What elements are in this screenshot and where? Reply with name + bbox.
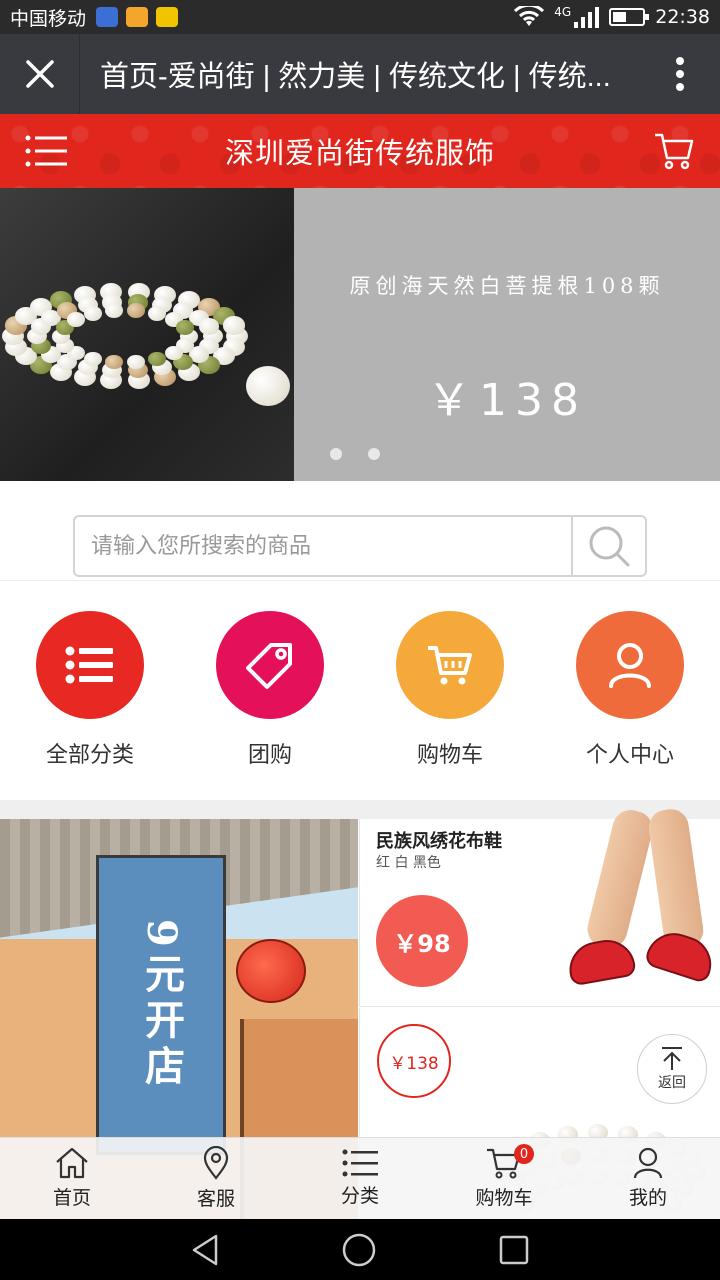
carousel-dot[interactable] — [330, 448, 342, 460]
quick-nav: 全部分类 团购 购物车 个人中心 — [0, 582, 720, 800]
nav-label: 个人中心 — [585, 743, 674, 768]
arrow-up-icon — [662, 1047, 682, 1070]
list-icon — [65, 646, 113, 684]
cart-icon — [428, 646, 472, 685]
weibo-notification-icon — [156, 7, 179, 27]
bead — [176, 320, 195, 335]
bead — [127, 303, 146, 319]
banner-caption: 原创海天然白菩提根108颗 — [349, 274, 665, 298]
search-area — [0, 481, 720, 581]
lantern-illustration — [236, 939, 306, 1003]
user-icon — [609, 643, 651, 688]
product-card-shoes[interactable]: 民族风绣花布鞋 红 白 黑色 ￥98 — [359, 806, 720, 1007]
bead — [222, 316, 245, 335]
menu-list-icon — [25, 135, 67, 167]
nav-group-buy[interactable]: 团购 — [180, 582, 360, 800]
system-navigation-bar — [0, 1219, 720, 1280]
bottom-tab-bar: 首页 客服 分类 0 购物车 我的 — [0, 1137, 720, 1219]
tab-cart[interactable]: 0 购物车 — [432, 1138, 576, 1219]
nav-circle — [216, 611, 324, 719]
carousel-dot[interactable] — [368, 448, 380, 460]
nav-label: 团购 — [247, 743, 292, 768]
nav-circle — [36, 611, 144, 719]
tab-label: 分类 — [340, 1185, 379, 1207]
search-input[interactable] — [75, 517, 571, 575]
tab-home[interactable]: 首页 — [0, 1138, 144, 1219]
page-title: 首页-爱尚街 | 然力美 | 传统文化 | 传统... — [100, 61, 611, 93]
shoes-photo — [560, 806, 720, 1007]
search-button[interactable] — [571, 517, 645, 575]
nav-user-center[interactable]: 个人中心 — [540, 582, 720, 800]
cart-count-badge: 0 — [514, 1144, 534, 1164]
close-icon — [25, 60, 54, 88]
shop-title: 深圳爱尚街传统服饰 — [224, 136, 495, 170]
tab-mine[interactable]: 我的 — [576, 1138, 720, 1219]
location-pin-icon — [203, 1146, 229, 1180]
back-triangle-icon[interactable] — [190, 1233, 220, 1267]
nav-label: 购物车 — [416, 743, 483, 768]
nav-label: 全部分类 — [45, 743, 134, 768]
shop-header: 深圳爱尚街传统服饰 — [0, 114, 720, 188]
back-to-top-label: 返回 — [658, 1075, 686, 1091]
cart-icon — [655, 133, 694, 170]
bead — [104, 303, 123, 319]
mail-notification-icon — [126, 7, 149, 27]
network-type: 4G — [554, 5, 572, 19]
screen: 中国移动 4G 22:38 首页-爱尚街 | 然力美 | 传统文化 | 传统..… — [0, 0, 720, 1280]
tab-label: 客服 — [196, 1188, 235, 1210]
menu-button[interactable] — [0, 114, 92, 188]
hanging-banner-text: 9元开店 — [138, 919, 185, 1091]
close-button[interactable] — [0, 34, 80, 114]
product-subtitle: 红 白 黑色 — [376, 855, 441, 871]
nav-circle — [396, 611, 504, 719]
tab-label: 首页 — [52, 1187, 91, 1209]
bead — [84, 306, 102, 322]
bead — [104, 354, 123, 370]
carousel-indicator — [330, 448, 380, 460]
product-price-badge: ￥138 — [377, 1024, 451, 1098]
recent-apps-square-icon[interactable] — [498, 1234, 530, 1266]
promo-banner-carousel[interactable]: 原创海天然白菩提根108颗 ￥138 — [0, 188, 720, 481]
bead — [84, 351, 102, 367]
wifi-icon — [514, 6, 545, 26]
header-cart-button[interactable] — [628, 114, 720, 188]
more-options-button[interactable] — [640, 34, 720, 114]
signal-icon — [574, 7, 600, 28]
list-icon — [342, 1149, 378, 1177]
tag-icon — [246, 643, 292, 689]
search-box — [73, 515, 647, 577]
status-bar: 中国移动 4G 22:38 — [0, 0, 720, 34]
search-icon — [589, 526, 630, 567]
tab-label: 购物车 — [475, 1187, 533, 1209]
product-title: 民族风绣花布鞋 — [376, 831, 502, 852]
hanging-banner: 9元开店 — [96, 855, 226, 1155]
banner-price: ￥138 — [427, 375, 587, 426]
more-vertical-icon — [676, 57, 684, 91]
tab-label: 我的 — [628, 1187, 667, 1209]
bead — [66, 312, 85, 328]
user-icon — [633, 1147, 663, 1179]
battery-icon — [609, 8, 650, 26]
nav-all-categories[interactable]: 全部分类 — [0, 582, 180, 800]
webview-title-bar: 首页-爱尚街 | 然力美 | 传统文化 | 传统... — [0, 34, 720, 114]
carrier-label: 中国移动 — [10, 7, 87, 30]
nav-shopping-cart[interactable]: 购物车 — [360, 582, 540, 800]
banner-product-photo — [0, 188, 294, 481]
banner-text-panel: 原创海天然白菩提根108颗 ￥138 — [294, 188, 720, 481]
clock: 22:38 — [655, 6, 710, 28]
bead — [148, 351, 166, 367]
tab-category[interactable]: 分类 — [288, 1138, 432, 1219]
home-circle-icon[interactable] — [341, 1232, 377, 1268]
section-divider — [0, 800, 720, 819]
tab-service[interactable]: 客服 — [144, 1138, 288, 1219]
app-notification-icon — [96, 7, 119, 27]
lotus-pendant — [246, 366, 290, 406]
home-icon — [56, 1147, 88, 1179]
status-right: 4G 22:38 — [514, 5, 710, 28]
bead — [148, 306, 166, 322]
nav-circle — [576, 611, 684, 719]
back-to-top-button[interactable]: 返回 — [637, 1034, 707, 1104]
product-price-badge: ￥98 — [376, 895, 468, 987]
